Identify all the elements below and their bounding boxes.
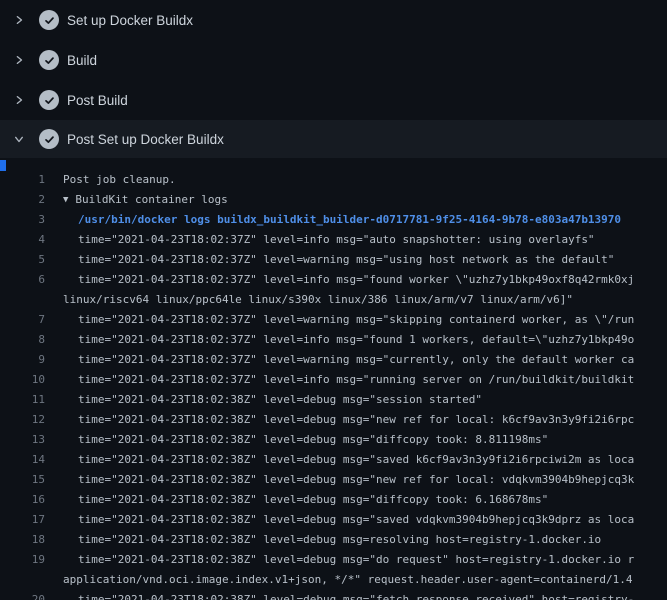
line-number[interactable]: 2 bbox=[0, 190, 45, 210]
focus-indicator bbox=[0, 160, 6, 171]
log-row: 16time="2021-04-23T18:02:38Z" level=debu… bbox=[0, 490, 667, 510]
line-number[interactable]: 16 bbox=[0, 490, 45, 510]
line-number[interactable]: 20 bbox=[0, 590, 45, 600]
log-line-text: time="2021-04-23T18:02:37Z" level=info m… bbox=[45, 270, 634, 290]
log-line-text: time="2021-04-23T18:02:38Z" level=debug … bbox=[45, 550, 634, 570]
log-row: 7time="2021-04-23T18:02:37Z" level=warni… bbox=[0, 310, 667, 330]
log-row: 19time="2021-04-23T18:02:38Z" level=debu… bbox=[0, 550, 667, 570]
step-label: Set up Docker Buildx bbox=[67, 13, 193, 28]
log-row: 6time="2021-04-23T18:02:37Z" level=info … bbox=[0, 270, 667, 290]
line-number[interactable]: 6 bbox=[0, 270, 45, 290]
chevron-right-icon bbox=[13, 94, 25, 106]
step-header-set-up-docker-buildx[interactable]: Set up Docker Buildx bbox=[0, 0, 667, 40]
line-number[interactable]: 1 bbox=[0, 170, 45, 190]
log-row: 9time="2021-04-23T18:02:37Z" level=warni… bbox=[0, 350, 667, 370]
log-row: 18time="2021-04-23T18:02:38Z" level=debu… bbox=[0, 530, 667, 550]
log-row: 11time="2021-04-23T18:02:38Z" level=debu… bbox=[0, 390, 667, 410]
line-number bbox=[0, 570, 45, 590]
log-row: 8time="2021-04-23T18:02:37Z" level=info … bbox=[0, 330, 667, 350]
check-circle-icon bbox=[39, 129, 59, 149]
check-circle-icon bbox=[39, 50, 59, 70]
line-number[interactable]: 15 bbox=[0, 470, 45, 490]
log-row: application/vnd.oci.image.index.v1+json,… bbox=[0, 570, 667, 590]
step-list: Set up Docker Buildx Build Post Build Post … bbox=[0, 0, 667, 158]
log-line-text: time="2021-04-23T18:02:38Z" level=debug … bbox=[45, 510, 634, 530]
log-line-text: time="2021-04-23T18:02:38Z" level=debug … bbox=[45, 450, 634, 470]
log-line-text: time="2021-04-23T18:02:38Z" level=debug … bbox=[45, 390, 482, 410]
log-line-text: application/vnd.oci.image.index.v1+json,… bbox=[45, 570, 633, 590]
log-row: 4time="2021-04-23T18:02:37Z" level=info … bbox=[0, 230, 667, 250]
log-line-text: time="2021-04-23T18:02:38Z" level=debug … bbox=[45, 410, 634, 430]
log-line-text: time="2021-04-23T18:02:37Z" level=info m… bbox=[45, 370, 634, 390]
log-line-text: linux/riscv64 linux/ppc64le linux/s390x … bbox=[45, 290, 573, 310]
log-line-text: time="2021-04-23T18:02:38Z" level=debug … bbox=[45, 470, 634, 490]
line-number[interactable]: 9 bbox=[0, 350, 45, 370]
log-line-text: time="2021-04-23T18:02:38Z" level=debug … bbox=[45, 490, 548, 510]
check-circle-icon bbox=[39, 90, 59, 110]
chevron-right-icon bbox=[13, 54, 25, 66]
log-row: 1Post job cleanup. bbox=[0, 170, 667, 190]
step-label: Build bbox=[67, 53, 97, 68]
step-label: Post Build bbox=[67, 93, 128, 108]
log-command-row: 3/usr/bin/docker logs buildx_buildkit_bu… bbox=[0, 210, 667, 230]
log-row: 10time="2021-04-23T18:02:37Z" level=info… bbox=[0, 370, 667, 390]
log-row: 14time="2021-04-23T18:02:38Z" level=debu… bbox=[0, 450, 667, 470]
step-header-post-build[interactable]: Post Build bbox=[0, 80, 667, 120]
log-row: 5time="2021-04-23T18:02:37Z" level=warni… bbox=[0, 250, 667, 270]
log-row: 15time="2021-04-23T18:02:38Z" level=debu… bbox=[0, 470, 667, 490]
collapse-triangle-icon[interactable]: ▼ bbox=[45, 190, 68, 210]
log-line-text: time="2021-04-23T18:02:37Z" level=info m… bbox=[45, 230, 595, 250]
log-line-text: time="2021-04-23T18:02:37Z" level=warnin… bbox=[45, 350, 634, 370]
line-number[interactable]: 13 bbox=[0, 430, 45, 450]
check-circle-icon bbox=[39, 10, 59, 30]
line-number[interactable]: 14 bbox=[0, 450, 45, 470]
line-number[interactable]: 7 bbox=[0, 310, 45, 330]
log-line-text: time="2021-04-23T18:02:37Z" level=warnin… bbox=[45, 250, 614, 270]
log-line-text: /usr/bin/docker logs buildx_buildkit_bui… bbox=[45, 210, 621, 230]
log-rows: 1Post job cleanup.2▼ BuildKit container l… bbox=[0, 170, 667, 600]
line-number[interactable]: 10 bbox=[0, 370, 45, 390]
actions-log-viewer: Set up Docker Buildx Build Post Build Post … bbox=[0, 0, 667, 600]
step-header-post-set-up-docker-buildx[interactable]: Post Set up Docker Buildx bbox=[0, 120, 667, 158]
log-row: 13time="2021-04-23T18:02:38Z" level=debu… bbox=[0, 430, 667, 450]
line-number[interactable]: 17 bbox=[0, 510, 45, 530]
line-number[interactable]: 19 bbox=[0, 550, 45, 570]
log-row: 17time="2021-04-23T18:02:38Z" level=debu… bbox=[0, 510, 667, 530]
log-area: 1Post job cleanup.2▼ BuildKit container l… bbox=[0, 158, 667, 600]
line-number[interactable]: 3 bbox=[0, 210, 45, 230]
log-group-row: 2▼ BuildKit container logs bbox=[0, 190, 667, 210]
log-line-text: time="2021-04-23T18:02:38Z" level=debug … bbox=[45, 430, 548, 450]
line-number[interactable]: 8 bbox=[0, 330, 45, 350]
step-label: Post Set up Docker Buildx bbox=[67, 132, 224, 147]
log-group-title[interactable]: BuildKit container logs bbox=[75, 190, 227, 210]
log-line-text: time="2021-04-23T18:02:37Z" level=warnin… bbox=[45, 310, 634, 330]
log-line-text: time="2021-04-23T18:02:37Z" level=info m… bbox=[45, 330, 634, 350]
step-header-build[interactable]: Build bbox=[0, 40, 667, 80]
chevron-right-icon bbox=[13, 14, 25, 26]
log-line-text: time="2021-04-23T18:02:38Z" level=debug … bbox=[45, 530, 601, 550]
line-number[interactable]: 5 bbox=[0, 250, 45, 270]
log-row: 20time="2021-04-23T18:02:38Z" level=debu… bbox=[0, 590, 667, 600]
log-line-text: Post job cleanup. bbox=[45, 170, 176, 190]
log-row: 12time="2021-04-23T18:02:38Z" level=debu… bbox=[0, 410, 667, 430]
line-number[interactable]: 12 bbox=[0, 410, 45, 430]
line-number bbox=[0, 290, 45, 310]
line-number[interactable]: 11 bbox=[0, 390, 45, 410]
chevron-down-icon bbox=[13, 133, 25, 145]
log-line-text: time="2021-04-23T18:02:38Z" level=debug … bbox=[45, 590, 634, 600]
line-number[interactable]: 18 bbox=[0, 530, 45, 550]
line-number[interactable]: 4 bbox=[0, 230, 45, 250]
log-row: linux/riscv64 linux/ppc64le linux/s390x … bbox=[0, 290, 667, 310]
